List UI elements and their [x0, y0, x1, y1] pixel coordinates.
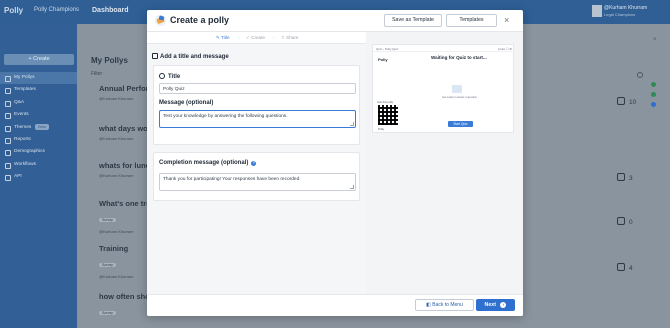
sidebar-item-api[interactable]: API: [0, 171, 77, 183]
user-name: @Kurham Khurram: [604, 5, 648, 11]
title-input[interactable]: Polly Quiz: [159, 83, 356, 94]
sidebar-nav: My Pollys Templates Q&A Events Themes Beta Rep…: [0, 72, 77, 184]
sidebar-item-label: Reports: [14, 136, 31, 142]
sidebar-item-label: Demographics: [14, 149, 45, 155]
preview-brand: Polly: [378, 127, 385, 131]
workspace-name[interactable]: Polly Champions: [34, 7, 79, 13]
templates-button[interactable]: Templates: [446, 14, 497, 27]
message-textarea[interactable]: Test your knowledge by answering the fol…: [159, 110, 356, 128]
app-logo[interactable]: Polly: [4, 6, 23, 15]
sidebar-item-label: Events: [14, 112, 29, 118]
step-separator-icon: ›: [273, 35, 275, 40]
next-label: Next: [484, 302, 496, 308]
preview-toolbar: Quiz › Polly Quiz Links ☐ ⚙: [373, 45, 515, 52]
preview-join-text: Join this polly: [377, 101, 394, 104]
filter-button[interactable]: Filter: [91, 71, 102, 77]
step-title-label: Title: [221, 35, 230, 40]
preview-start-button: Start Quiz: [448, 121, 473, 127]
status-dot-icon: [651, 92, 656, 97]
step-create[interactable]: ✓ Create: [246, 35, 265, 41]
help-icon[interactable]: ?: [251, 161, 257, 166]
polly-type-tag: Survey: [99, 263, 116, 267]
modal-title: Create a polly: [170, 15, 230, 25]
section-title: Add a title and message: [152, 53, 229, 60]
sidebar-item-q-a[interactable]: Q&A: [0, 97, 77, 109]
response-count: 10: [617, 97, 636, 106]
search-icon[interactable]: [637, 72, 643, 78]
polly-logo-icon: [155, 15, 166, 26]
sidebar-item-label: API: [14, 174, 22, 180]
user-menu[interactable]: @Kurham Khurram Legal Champions: [592, 4, 670, 20]
polly-preview: Quiz › Polly Quiz Links ☐ ⚙ Polly Waitin…: [372, 44, 515, 133]
sidebar-item-themes[interactable]: Themes Beta: [0, 122, 77, 134]
sidebar-item-demographics[interactable]: Demographics: [0, 146, 77, 158]
polly-type-tag: Survey: [99, 311, 116, 315]
preview-logo: Polly: [378, 57, 388, 62]
title-message-panel: Title Polly Quiz Message (optional) Test…: [153, 65, 360, 145]
response-count: 3: [617, 173, 633, 182]
close-icon[interactable]: ×: [653, 37, 657, 43]
preview-controls: Links ☐ ⚙: [497, 46, 512, 51]
sidebar-item-label: Templates: [14, 87, 36, 93]
templates-label: Templates: [459, 17, 484, 23]
step-share-label: Share: [286, 35, 299, 40]
save-as-template-button[interactable]: Save as Template: [384, 14, 442, 27]
next-button[interactable]: Next ›: [476, 299, 515, 311]
step-create-label: Create: [251, 35, 265, 40]
avatar: [592, 5, 602, 17]
completion-panel: Completion message (optional)? Thank you…: [153, 152, 360, 201]
sidebar-item-reports[interactable]: Reports: [0, 134, 77, 146]
response-count: 4: [617, 263, 633, 272]
sidebar-item-my-pollys[interactable]: My Pollys: [0, 72, 77, 85]
resize-handle-icon[interactable]: [350, 185, 354, 189]
status-dot-icon: [651, 102, 656, 107]
response-count: 0: [617, 217, 633, 226]
user-role: Legal Champions: [604, 12, 636, 17]
sidebar-item-label: My Pollys: [14, 75, 35, 80]
sidebar-item-templates[interactable]: Templates: [0, 84, 77, 96]
completion-textarea[interactable]: Thank you for participating! Your respon…: [159, 173, 356, 191]
preview-illustration-icon: [452, 85, 462, 93]
page-title: My Pollys: [91, 56, 128, 65]
step-share[interactable]: ⇪ Share: [281, 35, 298, 41]
qr-code-icon: [378, 105, 398, 125]
preview-area: Quiz › Polly Quiz Links ☐ ⚙ Polly Waitin…: [366, 32, 523, 294]
title-label: Title: [159, 73, 180, 80]
back-to-menu-button[interactable]: ◧ Back to Menu: [415, 299, 474, 311]
sidebar-item-label: Workflows: [14, 161, 37, 167]
back-icon: ◧: [426, 302, 431, 308]
title-icon: [159, 73, 165, 79]
completion-label: Completion message (optional)?: [159, 160, 257, 166]
preview-breadcrumb: Quiz › Polly Quiz: [376, 46, 399, 51]
sidebar: + Create My Pollys Templates Q&A Events Them…: [0, 24, 77, 328]
modal-close-icon[interactable]: ×: [504, 15, 509, 25]
create-polly-modal: Create a polly Save as Template Template…: [147, 10, 523, 316]
message-label: Message (optional): [159, 100, 214, 106]
modal-footer: ◧ Back to Menu Next ›: [147, 294, 523, 316]
step-indicator: ✎ Title › ✓ Create › ⇪ Share: [147, 32, 366, 44]
arrow-right-icon: ›: [500, 302, 507, 308]
form-area: Add a title and message Title Polly Quiz…: [147, 44, 366, 294]
step-title[interactable]: ✎ Title: [216, 35, 230, 41]
step-separator-icon: ›: [238, 35, 240, 40]
page-tab-dashboard[interactable]: Dashboard: [92, 7, 129, 14]
sidebar-item-workflows[interactable]: Workflows: [0, 159, 77, 171]
message-icon: [152, 53, 158, 59]
beta-badge: Beta: [35, 123, 49, 130]
completion-text: Thank you for participating! Your respon…: [163, 177, 301, 182]
sidebar-item-label: Q&A: [14, 99, 25, 105]
polly-type-tag: Survey: [99, 218, 116, 222]
resize-handle-icon[interactable]: [350, 122, 354, 126]
message-text: Test your knowledge by answering the fol…: [163, 114, 288, 119]
modal-header: Create a polly Save as Template Template…: [147, 10, 523, 32]
back-label: Back to Menu: [432, 302, 463, 308]
status-dot-icon: [651, 82, 656, 87]
create-button[interactable]: + Create: [4, 54, 74, 65]
sidebar-item-label: Themes: [14, 124, 32, 130]
sidebar-item-events[interactable]: Events: [0, 109, 77, 121]
preview-subtext: Get ready to answer a question: [442, 96, 477, 99]
preview-waiting-text: Waiting for Quiz to start...: [431, 55, 487, 60]
